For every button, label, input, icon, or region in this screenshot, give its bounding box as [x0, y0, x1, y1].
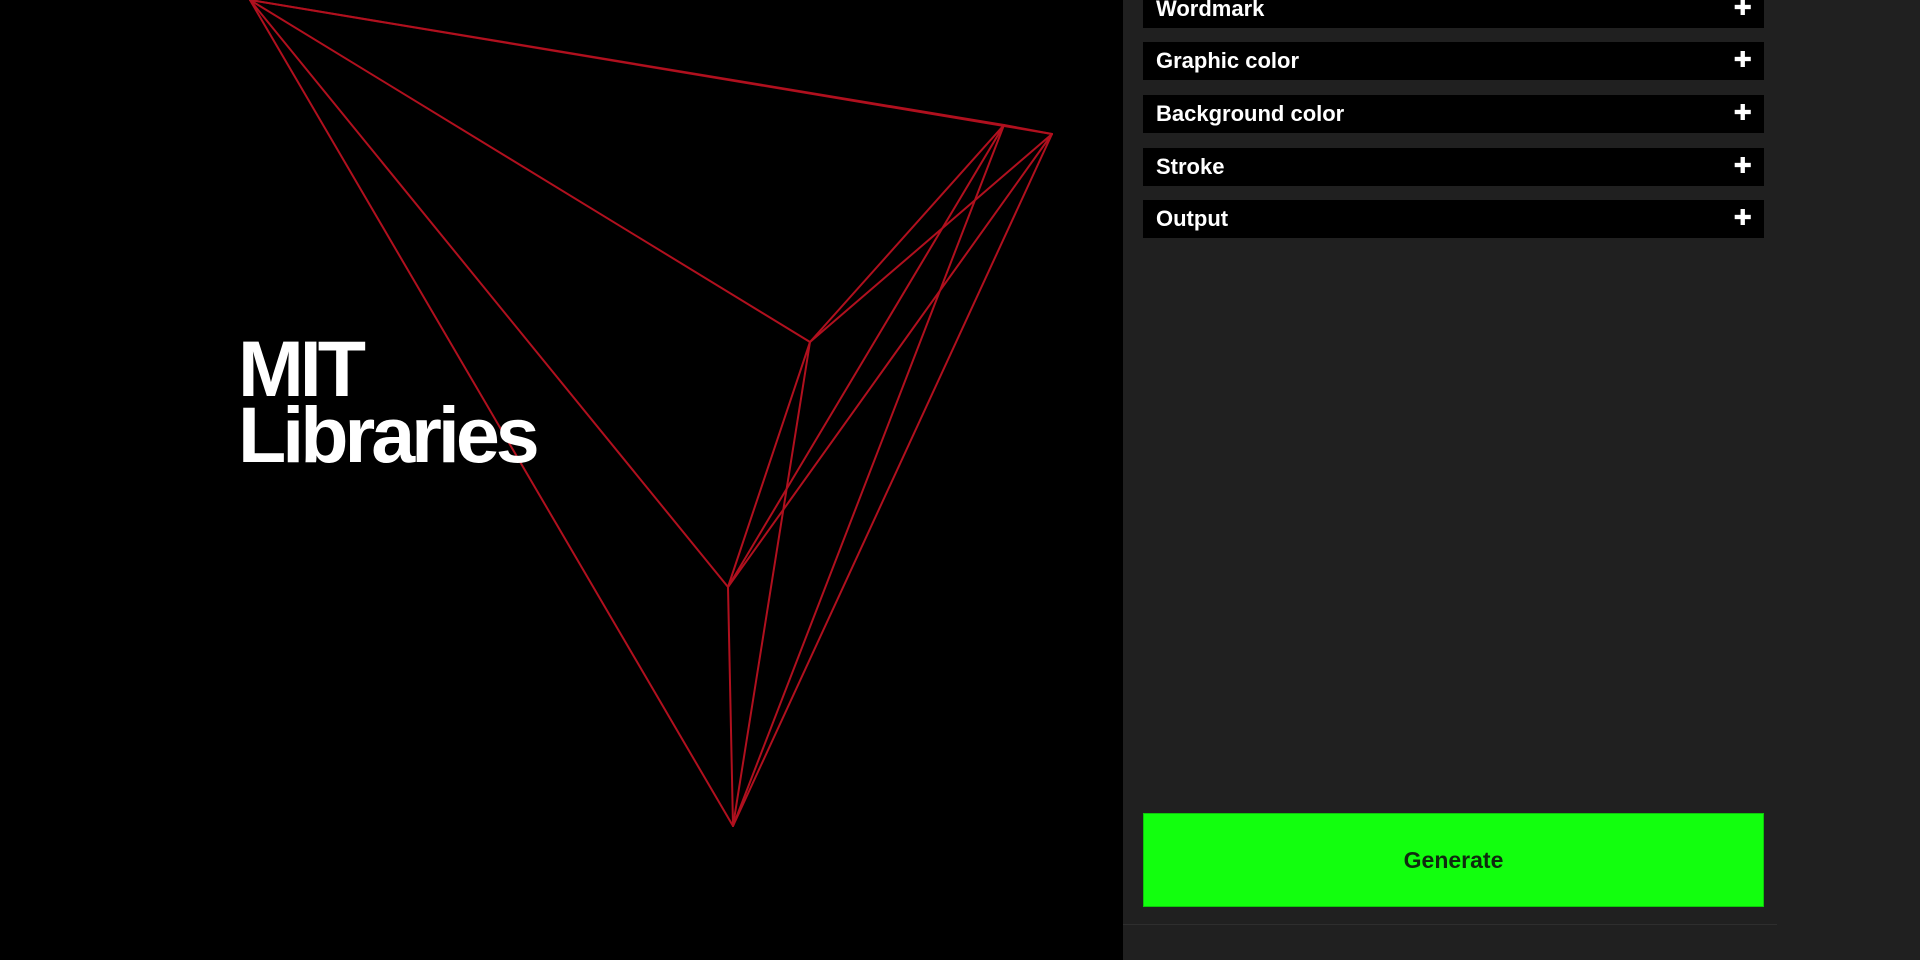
accordion-stroke[interactable]: Stroke ✚ — [1143, 148, 1764, 186]
graphic-line — [727, 341, 811, 588]
graphic-line — [732, 133, 1053, 827]
graphic-line — [809, 124, 1005, 343]
graphic-line — [727, 133, 1053, 588]
accordion-label: Wordmark — [1156, 0, 1265, 21]
accordion-label: Graphic color — [1156, 48, 1300, 73]
accordion-wordmark[interactable]: Wordmark ✚ — [1143, 0, 1764, 28]
generated-graphic — [249, 0, 1053, 827]
graphic-line — [727, 124, 1005, 588]
graphic-line — [732, 124, 1005, 827]
graphic-canvas: MIT Libraries — [0, 0, 1123, 960]
accordion-label: Output — [1156, 206, 1229, 231]
plus-icon: ✚ — [1733, 0, 1752, 21]
graphic-line — [249, 0, 1053, 135]
graphic-line — [727, 586, 734, 827]
accordion-label: Background color — [1156, 101, 1345, 126]
accordion-output[interactable]: Output ✚ — [1143, 200, 1764, 238]
plus-icon: ✚ — [1733, 48, 1752, 73]
plus-icon: ✚ — [1733, 206, 1752, 231]
graphic-line — [1003, 124, 1053, 135]
mit-libraries-wordmark: MIT Libraries — [238, 329, 540, 479]
accordion-label: Stroke — [1156, 154, 1225, 179]
accordion-graphic-color[interactable]: Graphic color ✚ — [1143, 42, 1764, 80]
settings-panel: Wordmark ✚ Graphic color ✚ Background co… — [1123, 0, 1920, 960]
graphic-line — [809, 133, 1053, 343]
graphic-line — [732, 341, 811, 827]
plus-icon: ✚ — [1733, 101, 1752, 126]
settings-panel-content: Wordmark ✚ Graphic color ✚ Background co… — [1123, 0, 1777, 925]
generate-button[interactable]: Generate — [1143, 813, 1764, 907]
graphic-line — [249, 0, 811, 343]
plus-icon: ✚ — [1733, 154, 1752, 179]
accordion-background-color[interactable]: Background color ✚ — [1143, 95, 1764, 133]
wordmark-line-2: Libraries — [238, 390, 540, 479]
graphic-line — [249, 0, 729, 588]
